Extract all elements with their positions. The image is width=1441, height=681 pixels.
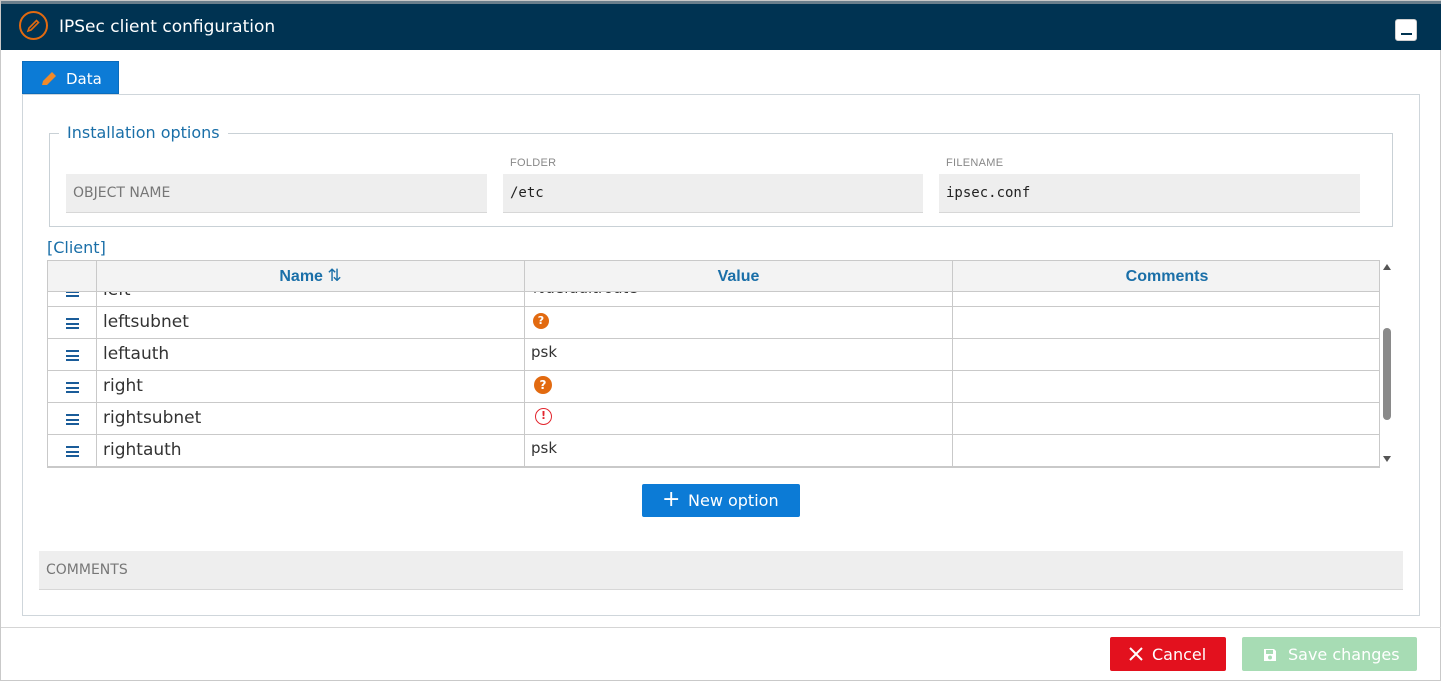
drag-handle-icon — [66, 446, 79, 457]
dialog-window: IPSec client configuration Data Installa… — [0, 0, 1441, 681]
table-body: left %defaultroute leftsubnet ? leftauth — [48, 292, 1379, 467]
object-name-input[interactable]: OBJECT NAME — [66, 174, 487, 213]
table-row[interactable]: rightauth psk — [48, 435, 1379, 467]
scroll-up-arrow-icon[interactable] — [1383, 264, 1391, 270]
row-comments[interactable] — [953, 403, 1379, 434]
question-icon[interactable]: ? — [533, 313, 549, 329]
table-header: Name ⇅ Value Comments — [48, 261, 1379, 292]
folder-label: FOLDER — [510, 157, 557, 169]
table-row[interactable]: left %defaultroute — [48, 292, 1379, 307]
comments-input[interactable]: COMMENTS — [39, 551, 1403, 590]
minimize-button[interactable] — [1395, 19, 1417, 41]
save-disk-icon — [1264, 649, 1276, 661]
row-value[interactable]: %defaultroute — [525, 292, 953, 306]
column-name-label: Name — [279, 268, 323, 285]
table-row[interactable]: leftsubnet ? — [48, 307, 1379, 339]
scroll-down-arrow-icon[interactable] — [1383, 456, 1391, 462]
footer-divider — [1, 627, 1441, 628]
drag-handle[interactable] — [48, 339, 97, 370]
minimize-icon — [1401, 33, 1412, 35]
column-header-value: Value — [525, 261, 953, 292]
save-changes-label: Save changes — [1288, 645, 1400, 664]
save-changes-button[interactable]: Save changes — [1242, 637, 1417, 671]
table-row[interactable]: leftauth psk — [48, 339, 1379, 371]
row-value[interactable]: ? — [525, 307, 953, 338]
row-comments[interactable] — [953, 435, 1379, 466]
row-comments[interactable] — [953, 307, 1379, 338]
window-title: IPSec client configuration — [59, 17, 276, 37]
new-option-button[interactable]: + New option — [642, 484, 800, 517]
drag-handle-icon — [66, 350, 79, 361]
drag-handle-icon — [66, 292, 79, 297]
column-header-name[interactable]: Name ⇅ — [97, 261, 525, 292]
plus-icon: + — [662, 487, 681, 512]
drag-column-header — [48, 261, 97, 292]
title-bar: IPSec client configuration — [1, 1, 1441, 50]
scroll-thumb[interactable] — [1383, 328, 1391, 420]
row-value[interactable]: ? — [525, 371, 953, 402]
tab-data[interactable]: Data — [22, 61, 119, 94]
row-comments[interactable] — [953, 292, 1379, 306]
row-value[interactable]: psk — [525, 435, 953, 466]
question-icon[interactable]: ? — [534, 376, 552, 394]
pencil-icon — [19, 11, 48, 40]
sort-icon[interactable]: ⇅ — [327, 266, 341, 286]
new-option-label: New option — [688, 491, 779, 510]
row-name: leftsubnet — [97, 307, 525, 338]
drag-handle[interactable] — [48, 307, 97, 338]
row-name: leftauth — [97, 339, 525, 370]
table-row[interactable]: rightsubnet ! — [48, 403, 1379, 435]
cancel-label: Cancel — [1152, 645, 1207, 664]
row-comments[interactable] — [953, 371, 1379, 402]
drag-handle-icon — [66, 414, 79, 425]
drag-handle-icon — [66, 382, 79, 393]
row-name: rightsubnet — [97, 403, 525, 434]
drag-handle[interactable] — [48, 371, 97, 402]
error-icon[interactable]: ! — [535, 408, 552, 425]
column-header-comments: Comments — [1125, 268, 1209, 285]
pencil-icon — [42, 72, 56, 85]
filename-label: FILENAME — [946, 157, 1004, 169]
drag-handle[interactable] — [48, 292, 97, 306]
drag-handle[interactable] — [48, 403, 97, 434]
cancel-button[interactable]: Cancel — [1110, 637, 1226, 671]
row-value[interactable]: ! — [525, 403, 953, 434]
close-icon — [1129, 647, 1143, 661]
tab-label: Data — [66, 70, 102, 88]
drag-handle-icon — [66, 318, 79, 329]
row-name: rightauth — [97, 435, 525, 466]
drag-handle[interactable] — [48, 435, 97, 466]
row-name: right — [97, 371, 525, 402]
client-section-title: [Client] — [47, 238, 106, 257]
table-row[interactable]: right ? — [48, 371, 1379, 403]
folder-input[interactable]: /etc — [503, 174, 923, 213]
row-comments[interactable] — [953, 339, 1379, 370]
client-options-table: Name ⇅ Value Comments left %defaultroute… — [47, 260, 1380, 468]
row-value[interactable]: psk — [525, 339, 953, 370]
table-scrollbar[interactable] — [1380, 260, 1394, 468]
filename-input[interactable]: ipsec.conf — [939, 174, 1360, 213]
row-name: left — [97, 292, 525, 306]
installation-options-legend: Installation options — [59, 123, 228, 142]
